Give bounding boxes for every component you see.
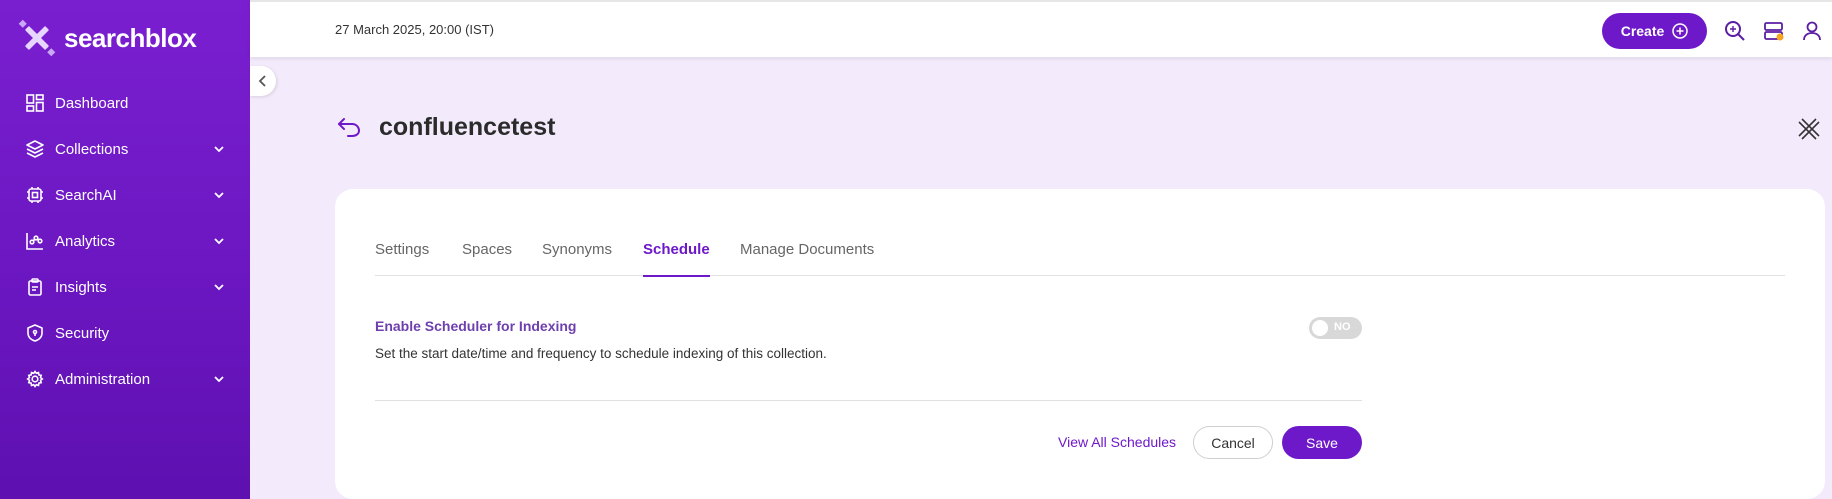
search-icon[interactable] [1724, 20, 1746, 42]
chip-icon [25, 185, 45, 205]
collapse-sidebar-button[interactable] [250, 66, 276, 96]
scheduler-description: Set the start date/time and frequency to… [375, 346, 827, 361]
chevron-down-icon [214, 146, 224, 153]
chevron-down-icon [214, 376, 224, 383]
brand[interactable]: searchblox [18, 18, 197, 58]
user-icon[interactable] [1801, 20, 1823, 42]
dashboard-icon [25, 93, 45, 113]
searchblox-mark-icon [1798, 118, 1820, 140]
tab-manage-documents[interactable]: Manage Documents [740, 241, 874, 276]
scheduler-title: Enable Scheduler for Indexing [375, 318, 577, 334]
analytics-icon [25, 231, 45, 251]
sidebar-item-label: Administration [55, 370, 151, 388]
sidebar-item-label: Analytics [55, 232, 116, 250]
tab-spaces[interactable]: Spaces [462, 241, 512, 276]
top-bar: 27 March 2025, 20:00 (IST) Create [250, 0, 1832, 57]
page-title: confluencetest [379, 113, 556, 141]
view-all-schedules-link[interactable]: View All Schedules [1058, 434, 1176, 450]
sidebar-item-administration[interactable]: Administration [0, 356, 250, 402]
sidebar-item-insights[interactable]: Insights [0, 264, 250, 310]
chevron-down-icon [214, 284, 224, 291]
chevron-down-icon [214, 238, 224, 245]
chevron-left-icon [258, 75, 266, 87]
sidebar-item-label: Insights [55, 278, 107, 296]
divider [375, 400, 1362, 401]
toggle-knob [1312, 320, 1328, 336]
server-status-icon[interactable] [1763, 20, 1785, 42]
tab-settings[interactable]: Settings [375, 241, 429, 276]
sidebar: searchblox Dashboard Collections SearchA… [0, 0, 250, 499]
searchblox-logo-icon [18, 19, 56, 57]
scheduler-toggle[interactable]: NO [1309, 317, 1362, 339]
plus-circle-icon [1672, 23, 1689, 39]
sidebar-item-label: Security [55, 324, 110, 342]
sidebar-item-collections[interactable]: Collections [0, 126, 250, 172]
layers-icon [25, 139, 45, 159]
brand-name: searchblox [64, 22, 197, 53]
create-button-label: Create [1620, 23, 1665, 39]
sidebar-item-label: Dashboard [55, 94, 129, 112]
sidebar-nav: Dashboard Collections SearchAI Analytics [0, 80, 250, 402]
sidebar-item-label: Collections [55, 140, 129, 158]
back-arrow-icon[interactable] [336, 116, 362, 138]
shield-icon [25, 323, 45, 343]
tab-synonyms[interactable]: Synonyms [542, 241, 612, 276]
create-button[interactable]: Create [1602, 13, 1707, 49]
current-datetime: 27 March 2025, 20:00 (IST) [335, 22, 494, 37]
save-button[interactable]: Save [1282, 426, 1362, 459]
chevron-down-icon [214, 192, 224, 199]
cancel-button[interactable]: Cancel [1193, 426, 1273, 459]
tab-bar: Settings Spaces Synonyms Schedule Manage… [375, 241, 1785, 277]
clipboard-icon [25, 277, 45, 297]
sidebar-item-label: SearchAI [55, 186, 117, 204]
toggle-state-label: NO [1334, 321, 1351, 333]
schedule-card: Settings Spaces Synonyms Schedule Manage… [335, 189, 1825, 499]
gear-icon [25, 369, 45, 389]
tab-schedule[interactable]: Schedule [643, 241, 710, 277]
sidebar-item-searchai[interactable]: SearchAI [0, 172, 250, 218]
sidebar-item-dashboard[interactable]: Dashboard [0, 80, 250, 126]
sidebar-item-security[interactable]: Security [0, 310, 250, 356]
sidebar-item-analytics[interactable]: Analytics [0, 218, 250, 264]
